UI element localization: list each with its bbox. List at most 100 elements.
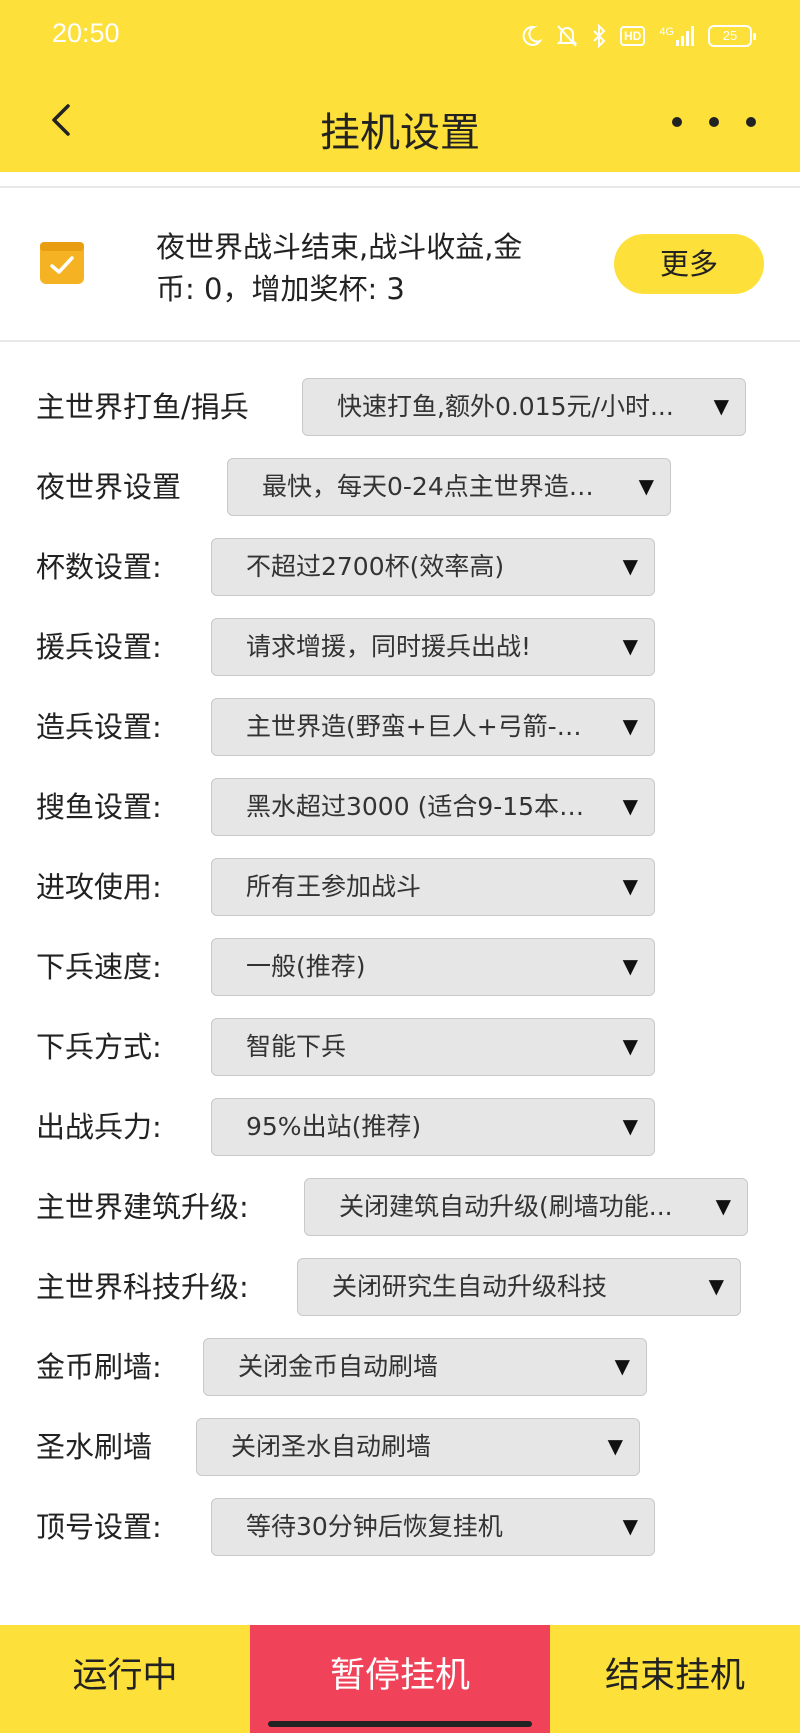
status-icons: HD 4G 25: [520, 20, 756, 52]
battery-icon: 25: [708, 25, 756, 47]
setting-dropdown[interactable]: 95%出站(推荐) ▼: [211, 1098, 655, 1156]
setting-label: 主世界打鱼/捐兵: [36, 390, 249, 424]
navigation-bar: 挂机设置: [0, 70, 800, 172]
dropdown-arrow-icon: ▼: [622, 954, 638, 978]
dropdown-value: 等待30分钟后恢复挂机: [246, 1512, 503, 1541]
dropdown-arrow-icon: ▼: [638, 474, 654, 498]
setting-dropdown[interactable]: 智能下兵 ▼: [211, 1018, 655, 1076]
dropdown-value: 快速打鱼,额外0.015元/小时...: [337, 392, 674, 421]
status-bar: 20:50 HD 4G 25: [0, 0, 800, 70]
dropdown-arrow-icon: ▼: [622, 634, 638, 658]
setting-label: 下兵速度:: [36, 950, 162, 984]
more-dots-icon: [672, 117, 682, 127]
end-button[interactable]: 结束挂机: [550, 1625, 800, 1733]
bottom-action-bar: 运行中 暂停挂机 结束挂机: [0, 1625, 800, 1733]
dropdown-arrow-icon: ▼: [713, 394, 729, 418]
setting-row-army-strength: 出战兵力: 95%出站(推荐) ▼: [0, 1098, 800, 1156]
checkbox-icon[interactable]: [38, 238, 86, 286]
dropdown-value: 关闭圣水自动刷墙: [231, 1432, 432, 1461]
top-app-bar: 20:50 HD 4G 25 挂机设置: [0, 0, 800, 172]
dropdown-arrow-icon: ▼: [622, 794, 638, 818]
setting-label: 金币刷墙:: [36, 1350, 162, 1384]
bluetooth-icon: [592, 24, 606, 48]
setting-label: 顶号设置:: [36, 1510, 162, 1544]
setting-dropdown[interactable]: 关闭研究生自动升级科技 ▼: [297, 1258, 741, 1316]
more-options-button[interactable]: [672, 110, 756, 134]
more-button[interactable]: 更多: [614, 234, 764, 294]
setting-dropdown[interactable]: 请求增援，同时援兵出战! ▼: [211, 618, 655, 676]
setting-label: 造兵设置:: [36, 710, 162, 744]
setting-dropdown[interactable]: 黑水超过3000 (适合9-15本后... ▼: [211, 778, 655, 836]
setting-row-login-conflict: 顶号设置: 等待30分钟后恢复挂机 ▼: [0, 1498, 800, 1556]
dropdown-arrow-icon: ▼: [614, 1354, 630, 1378]
setting-row-search: 搜鱼设置: 黑水超过3000 (适合9-15本后... ▼: [0, 778, 800, 836]
setting-label: 圣水刷墙: [36, 1430, 153, 1464]
running-status-button[interactable]: 运行中: [0, 1625, 250, 1733]
hd-icon: HD: [619, 26, 646, 46]
dropdown-value: 智能下兵: [246, 1032, 347, 1061]
dropdown-arrow-icon: ▼: [622, 1114, 638, 1138]
dropdown-arrow-icon: ▼: [622, 714, 638, 738]
more-dots-icon: [709, 117, 719, 127]
dropdown-value: 一般(推荐): [246, 952, 366, 981]
setting-row-reinforcement: 援兵设置: 请求增援，同时援兵出战! ▼: [0, 618, 800, 676]
bell-off-icon: [556, 24, 578, 48]
setting-label: 下兵方式:: [36, 1030, 162, 1064]
dropdown-arrow-icon: ▼: [708, 1274, 724, 1298]
setting-dropdown[interactable]: 不超过2700杯(效率高) ▼: [211, 538, 655, 596]
setting-dropdown[interactable]: 关闭圣水自动刷墙 ▼: [196, 1418, 640, 1476]
setting-dropdown[interactable]: 最快，每天0-24点主世界造兵... ▼: [227, 458, 671, 516]
setting-dropdown[interactable]: 一般(推荐) ▼: [211, 938, 655, 996]
network-type-label: 4G: [659, 26, 674, 38]
setting-label: 杯数设置:: [36, 550, 162, 584]
status-time: 20:50: [52, 18, 120, 48]
setting-dropdown[interactable]: 关闭建筑自动升级(刷墙功能... ▼: [304, 1178, 748, 1236]
setting-row-main-world-fish: 主世界打鱼/捐兵 快速打鱼,额外0.015元/小时... ▼: [0, 378, 800, 436]
dropdown-value: 不超过2700杯(效率高): [246, 552, 505, 581]
dropdown-value: 最快，每天0-24点主世界造兵...: [262, 472, 606, 501]
setting-row-building-upgrade: 主世界建筑升级: 关闭建筑自动升级(刷墙功能... ▼: [0, 1178, 800, 1236]
setting-row-elixir-walls: 圣水刷墙 关闭圣水自动刷墙 ▼: [0, 1418, 800, 1476]
divider: [0, 340, 800, 342]
setting-row-deploy-speed: 下兵速度: 一般(推荐) ▼: [0, 938, 800, 996]
moon-icon: [520, 25, 542, 47]
dropdown-value: 请求增援，同时援兵出战!: [246, 632, 532, 661]
setting-dropdown[interactable]: 关闭金币自动刷墙 ▼: [203, 1338, 647, 1396]
home-indicator[interactable]: [268, 1721, 532, 1727]
more-dots-icon: [746, 117, 756, 127]
dropdown-arrow-icon: ▼: [622, 874, 638, 898]
setting-row-deploy-mode: 下兵方式: 智能下兵 ▼: [0, 1018, 800, 1076]
dropdown-value: 关闭研究生自动升级科技: [332, 1272, 608, 1301]
setting-row-tech-upgrade: 主世界科技升级: 关闭研究生自动升级科技 ▼: [0, 1258, 800, 1316]
setting-row-trophies: 杯数设置: 不超过2700杯(效率高) ▼: [0, 538, 800, 596]
setting-label: 夜世界设置: [36, 470, 182, 504]
setting-label: 主世界科技升级:: [36, 1270, 249, 1304]
setting-dropdown[interactable]: 所有王参加战斗 ▼: [211, 858, 655, 916]
setting-row-troop-training: 造兵设置: 主世界造(野蛮+巨人+弓箭-适... ▼: [0, 698, 800, 756]
setting-label: 主世界建筑升级:: [36, 1190, 249, 1224]
notice-text: 夜世界战斗结束,战斗收益,金币: 0，增加奖杯: 3: [156, 230, 523, 306]
setting-dropdown[interactable]: 主世界造(野蛮+巨人+弓箭-适... ▼: [211, 698, 655, 756]
dropdown-arrow-icon: ▼: [622, 1034, 638, 1058]
battle-result-notice: 夜世界战斗结束,战斗收益,金币: 0，增加奖杯: 3 更多: [0, 188, 800, 340]
setting-row-night-world: 夜世界设置 最快，每天0-24点主世界造兵... ▼: [0, 458, 800, 516]
setting-label: 出战兵力:: [36, 1110, 162, 1144]
signal-4g-icon: 4G: [659, 26, 694, 46]
pause-button[interactable]: 暂停挂机: [250, 1625, 550, 1733]
dropdown-value: 所有王参加战斗: [246, 872, 422, 901]
dropdown-arrow-icon: ▼: [715, 1194, 731, 1218]
setting-row-gold-walls: 金币刷墙: 关闭金币自动刷墙 ▼: [0, 1338, 800, 1396]
setting-label: 进攻使用:: [36, 870, 162, 904]
dropdown-value: 黑水超过3000 (适合9-15本后...: [246, 792, 590, 821]
dropdown-value: 关闭建筑自动升级(刷墙功能...: [339, 1192, 673, 1221]
dropdown-arrow-icon: ▼: [622, 554, 638, 578]
dropdown-value: 关闭金币自动刷墙: [238, 1352, 439, 1381]
dropdown-arrow-icon: ▼: [622, 1514, 638, 1538]
setting-label: 搜鱼设置:: [36, 790, 162, 824]
dropdown-arrow-icon: ▼: [607, 1434, 623, 1458]
dropdown-value: 95%出站(推荐): [246, 1112, 422, 1141]
setting-row-attack-heroes: 进攻使用: 所有王参加战斗 ▼: [0, 858, 800, 916]
dropdown-value: 主世界造(野蛮+巨人+弓箭-适...: [246, 712, 590, 741]
setting-dropdown[interactable]: 等待30分钟后恢复挂机 ▼: [211, 1498, 655, 1556]
setting-dropdown[interactable]: 快速打鱼,额外0.015元/小时... ▼: [302, 378, 746, 436]
